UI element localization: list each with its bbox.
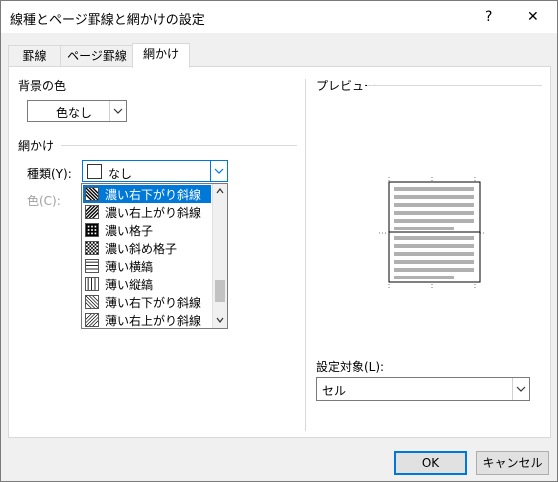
list-item[interactable]: 薄い右下がり斜線 [83, 293, 211, 311]
section-divider [61, 145, 297, 146]
list-item-label: 濃い斜め格子 [105, 241, 178, 256]
dark-up-diagonal-icon [85, 205, 99, 219]
chevron-down-icon [512, 378, 529, 400]
pattern-type-label: 種類(Y): [27, 167, 72, 181]
list-item[interactable]: 濃い右上がり斜線 [83, 203, 211, 221]
background-color-value: 色なし [56, 106, 93, 120]
apply-to-label: 設定対象(L): [316, 360, 385, 374]
list-item-label: 薄い縦縞 [105, 277, 154, 292]
preview-divider [367, 85, 542, 86]
apply-to-dropdown[interactable]: セル [316, 377, 530, 401]
tab-page-border[interactable]: ページ罫線 [60, 45, 134, 67]
chevron-down-icon[interactable] [216, 317, 224, 323]
list-item-label: 濃い格子 [105, 223, 154, 238]
chevron-up-icon[interactable] [216, 188, 224, 194]
pattern-swatch-icon [87, 164, 102, 179]
pattern-color-label: 色(C): [27, 194, 61, 208]
title-bar: 線種とページ罫線と網かけの設定 ? ✕ [1, 1, 557, 33]
pattern-type-value: なし [108, 167, 133, 181]
list-item[interactable]: 濃い斜め格子 [83, 239, 211, 257]
list-item-label: 薄い右下がり斜線 [105, 295, 202, 310]
dark-down-diagonal-icon [85, 187, 99, 201]
close-button[interactable]: ✕ [527, 9, 539, 25]
list-item[interactable]: 薄い右上がり斜線 [83, 311, 211, 328]
cancel-button[interactable]: キャンセル [476, 451, 549, 475]
ok-button[interactable]: OK [394, 451, 467, 475]
dark-grid-icon [85, 223, 99, 237]
list-item-label: 濃い右上がり斜線 [105, 205, 202, 220]
list-item-label: 薄い横縞 [105, 259, 154, 274]
list-item-label: 濃い右下がり斜線 [105, 187, 202, 202]
background-color-dropdown[interactable]: 色なし [27, 100, 127, 122]
pattern-type-dropdown[interactable]: なし [82, 160, 228, 182]
light-down-diagonal-icon [85, 295, 99, 309]
chevron-down-icon [210, 161, 227, 181]
list-item-label: 薄い右上がり斜線 [105, 313, 202, 328]
list-item[interactable]: 薄い横縞 [83, 257, 211, 275]
preview-table-image [379, 177, 485, 289]
list-item[interactable]: 薄い縦縞 [83, 275, 211, 293]
light-horizontal-icon [85, 259, 99, 273]
borders-shading-dialog: 線種とページ罫線と網かけの設定 ? ✕ 罫線 ページ罫線 網かけ 背景の色 色な… [0, 0, 558, 482]
help-button[interactable]: ? [485, 9, 492, 25]
list-item[interactable]: 濃い格子 [83, 221, 211, 239]
chevron-down-icon [109, 101, 126, 121]
list-scrollbar[interactable] [212, 184, 227, 328]
tab-shading[interactable]: 網かけ [132, 43, 190, 68]
pattern-type-list[interactable]: 濃い右下がり斜線 濃い右上がり斜線 濃い格子 濃い斜め格子 薄い横縞 薄い縦縞 … [81, 183, 228, 329]
scrollbar-thumb[interactable] [215, 280, 225, 302]
apply-to-value: セル [322, 384, 347, 398]
light-vertical-icon [85, 277, 99, 291]
shading-section-label: 網かけ [18, 139, 55, 153]
list-item[interactable]: 濃い右下がり斜線 [83, 185, 211, 203]
dialog-title: 線種とページ罫線と網かけの設定 [10, 13, 205, 28]
dark-trellis-icon [85, 241, 99, 255]
tab-borders[interactable]: 罫線 [8, 45, 61, 67]
vertical-divider [305, 79, 306, 431]
light-up-diagonal-icon [85, 313, 99, 327]
background-color-label: 背景の色 [18, 79, 67, 93]
